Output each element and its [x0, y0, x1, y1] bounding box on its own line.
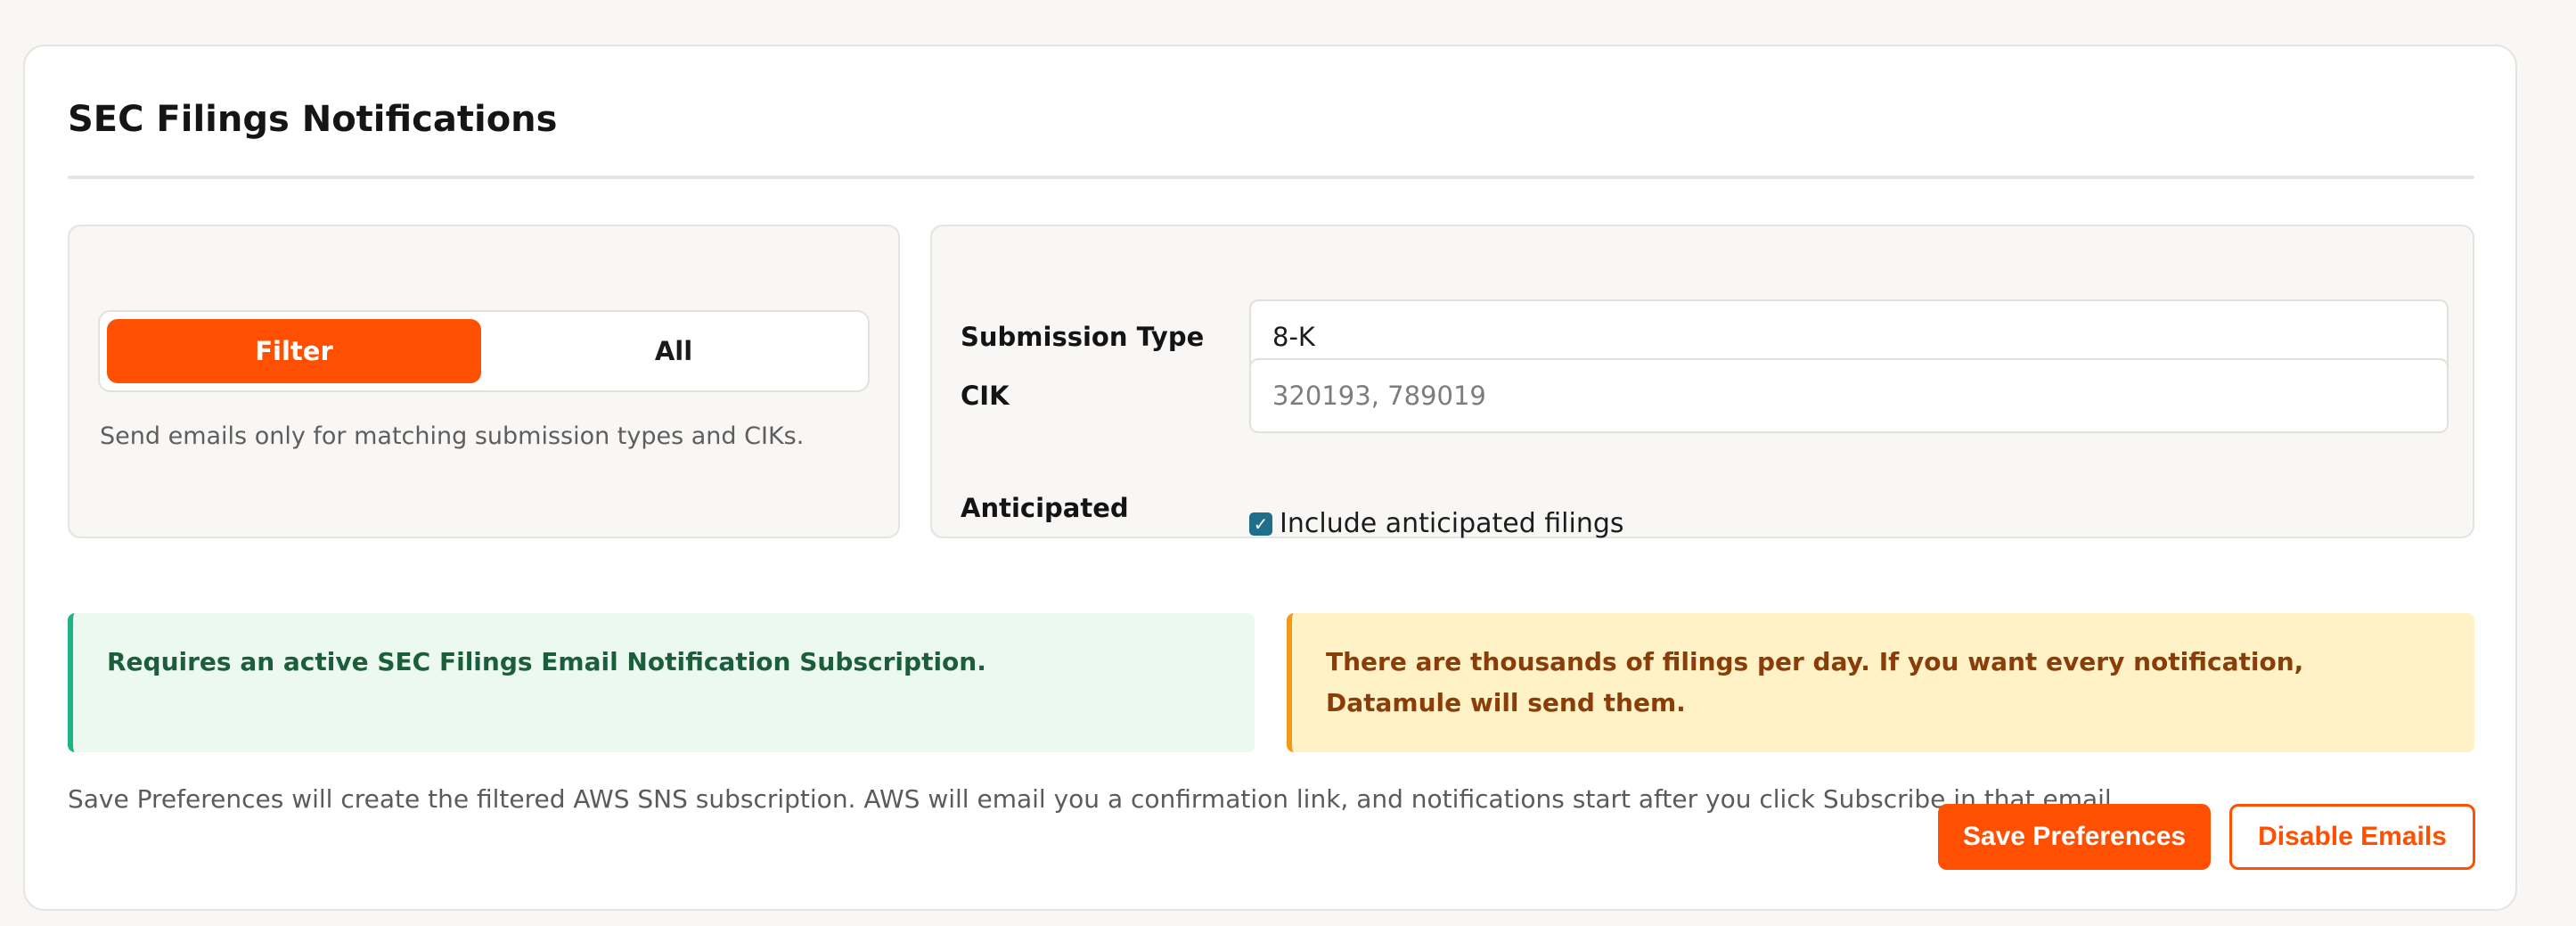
volume-warning-notice: There are thousands of filings per day. …: [1287, 613, 2474, 752]
mode-all-button[interactable]: All: [487, 319, 861, 383]
sec-notifications-card: SEC Filings Notifications Filter All Sen…: [23, 45, 2517, 911]
anticipated-checkbox[interactable]: ✓: [1249, 512, 1272, 536]
mode-panel: Filter All Send emails only for matching…: [68, 225, 900, 538]
mode-segmented-control: Filter All: [98, 310, 870, 392]
card-title: SEC Filings Notifications: [68, 99, 558, 140]
anticipated-label: Anticipated: [961, 493, 1129, 523]
cik-input[interactable]: [1249, 358, 2449, 433]
save-preferences-footnote: Save Preferences will create the filtere…: [68, 784, 2120, 814]
disable-emails-button[interactable]: Disable Emails: [2229, 804, 2475, 870]
cik-label: CIK: [961, 381, 1010, 411]
mode-help-text: Send emails only for matching submission…: [100, 422, 805, 450]
anticipated-checkbox-label: Include anticipated filings: [1280, 508, 1624, 539]
filter-fields-panel: Submission Type CIK Anticipated ✓ Includ…: [930, 225, 2474, 539]
anticipated-checkbox-row[interactable]: ✓ Include anticipated filings: [1249, 508, 1624, 539]
save-preferences-button[interactable]: Save Preferences: [1938, 804, 2211, 870]
title-divider: [68, 176, 2474, 179]
submission-type-label: Submission Type: [961, 322, 1205, 352]
checkmark-icon: ✓: [1253, 512, 1269, 535]
subscription-required-notice: Requires an active SEC Filings Email Not…: [68, 613, 1255, 752]
mode-filter-button[interactable]: Filter: [107, 319, 481, 383]
